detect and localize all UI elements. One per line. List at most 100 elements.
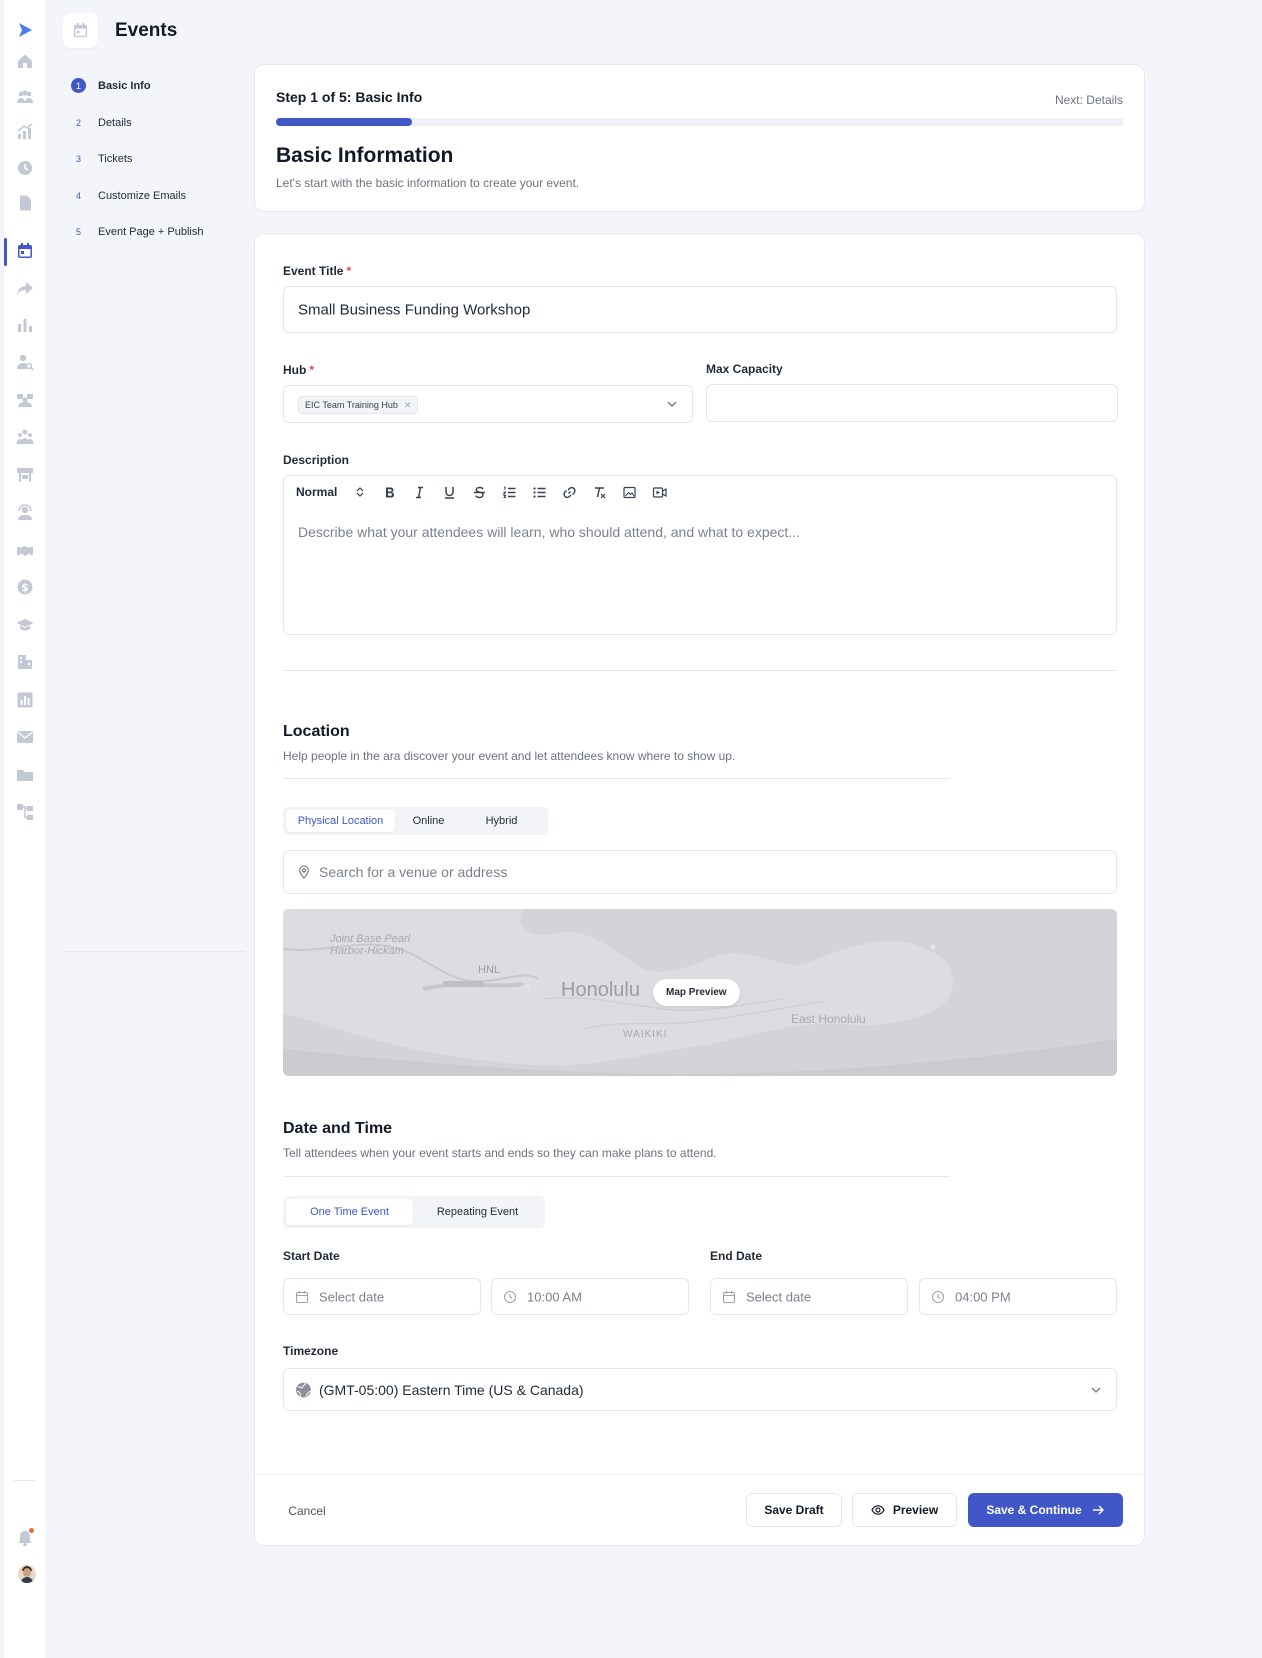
analytics-icon[interactable] [16,691,34,709]
bullet-list-button[interactable] [524,483,554,501]
people-icon[interactable] [16,88,34,106]
tab-repeating-event[interactable]: Repeating Event [413,1199,542,1225]
avatar[interactable] [18,1565,36,1583]
italic-button[interactable] [404,483,434,501]
ordered-list-icon [501,485,515,498]
preview-button[interactable]: Preview [852,1493,957,1527]
ordered-list-button[interactable] [494,483,524,501]
workflow-icon[interactable] [16,803,34,821]
start-time-input[interactable]: 10:00 AM [491,1278,689,1315]
tab-hybrid[interactable]: Hybrid [462,810,541,832]
event-form-card: Event Title * Small Business Funding Work… [254,233,1145,1546]
clock-icon [931,1290,945,1303]
clear-format-icon [594,486,605,498]
label-text: Event Title [283,264,344,278]
progress-bar [276,118,1124,126]
bar-chart-icon[interactable] [16,316,34,334]
italic-icon [415,486,423,498]
image-button[interactable] [614,483,644,501]
description-editor[interactable]: Normal Describe what your attendees will… [283,475,1117,635]
end-time-value: 04:00 PM [955,1289,1011,1304]
description-placeholder: Describe what your attendees will learn,… [298,524,800,540]
select-arrows-icon [356,487,364,497]
tab-online[interactable]: Online [395,810,462,832]
share-arrow-icon[interactable] [16,279,34,297]
end-time-input[interactable]: 04:00 PM [919,1278,1117,1315]
image-icon [622,486,636,498]
remove-chip-icon[interactable]: ✕ [404,400,412,411]
venue-search-input[interactable]: Search for a venue or address [283,850,1117,894]
step-tickets[interactable]: 3 Tickets [71,151,132,166]
map-label-airport: HNL [478,964,501,976]
step-customize-emails[interactable]: 4 Customize Emails [71,188,186,203]
editor-toolbar: Normal [290,483,674,501]
team-icon[interactable] [16,428,34,446]
home-icon[interactable] [16,52,34,70]
map-label-base: Joint Base Pearl Harbor-Hickam [330,933,411,957]
save-draft-button[interactable]: Save Draft [746,1493,842,1527]
graduation-cap-icon[interactable] [16,616,34,634]
map-label-east: East Honolulu [791,1012,866,1026]
bold-button[interactable] [374,483,404,501]
hub-select[interactable]: EIC Team Training Hub ✕ [283,385,693,423]
mail-icon[interactable] [16,728,34,746]
location-subtitle: Help people in the ara discover your eve… [283,749,736,763]
video-button[interactable] [644,483,674,501]
step-basic-info[interactable]: 1 Basic Info [71,78,151,93]
calendar-icon [722,1290,736,1303]
handshake-icon[interactable] [16,541,34,559]
save-continue-button[interactable]: Save & Continue [968,1493,1123,1527]
chevron-down-icon [1091,1387,1101,1393]
dollar-icon[interactable]: $ [16,578,34,596]
step-progress-text: Step 1 of 5: Basic Info [276,89,423,105]
next-step-text: Next: Details [1054,93,1123,107]
user-search-icon[interactable] [16,353,34,371]
cancel-button[interactable]: Cancel [282,1494,332,1528]
save-continue-label: Save & Continue [986,1503,1082,1517]
venue-search-placeholder: Search for a venue or address [319,864,508,880]
start-date-label: Start Date [283,1249,340,1263]
steps-divider [63,951,245,952]
kiosk-icon[interactable] [16,466,34,484]
page-title: Events [115,20,178,41]
rail-active-indicator [4,238,7,266]
support-agent-icon[interactable] [16,503,34,521]
calendar-icon[interactable] [16,242,34,260]
globe-icon [296,1381,312,1397]
step-number: 2 [75,117,81,128]
step-event-page-publish[interactable]: 5 Event Page + Publish [71,224,204,239]
step-details[interactable]: 2 Details [71,115,132,130]
building-icon[interactable] [16,653,34,671]
map-preview[interactable]: Joint Base Pearl Harbor-Hickam HNL Honol… [283,909,1117,1076]
start-time-value: 10:00 AM [527,1289,582,1304]
map-preview-button[interactable]: Map Preview [653,979,740,1006]
location-divider [283,778,950,779]
underline-button[interactable] [434,483,464,501]
eye-icon [871,1505,885,1515]
rail-divider [14,1480,36,1481]
tab-physical-location[interactable]: Physical Location [286,810,395,832]
strikethrough-button[interactable] [464,483,494,501]
text-format-value: Normal [296,485,338,499]
map-label-city: Honolulu [561,979,640,1001]
end-date-input[interactable]: Select date [710,1278,908,1315]
group-icon[interactable] [16,391,34,409]
timezone-select[interactable]: (GMT-05:00) Eastern Time (US & Canada) [283,1368,1117,1411]
logo-icon[interactable] [16,21,34,39]
progress-card: Step 1 of 5: Basic Info Next: Details Ba… [254,64,1145,212]
max-capacity-input[interactable] [706,384,1118,422]
folder-icon[interactable] [16,766,34,784]
text-format-select[interactable]: Normal [290,483,370,501]
step-label: Tickets [98,152,133,165]
event-type-toggle: One Time Event Repeating Event [283,1196,545,1228]
start-date-input[interactable]: Select date [283,1278,481,1315]
timezone-value: (GMT-05:00) Eastern Time (US & Canada) [319,1381,584,1398]
clear-format-button[interactable] [584,483,614,501]
document-icon[interactable] [16,194,34,212]
tab-one-time-event[interactable]: One Time Event [286,1199,413,1225]
link-button[interactable] [554,483,584,501]
clock-icon[interactable] [16,159,34,177]
event-title-input[interactable]: Small Business Funding Workshop [283,286,1117,333]
growth-chart-icon[interactable] [16,123,34,141]
hub-label: Hub * [283,363,314,377]
